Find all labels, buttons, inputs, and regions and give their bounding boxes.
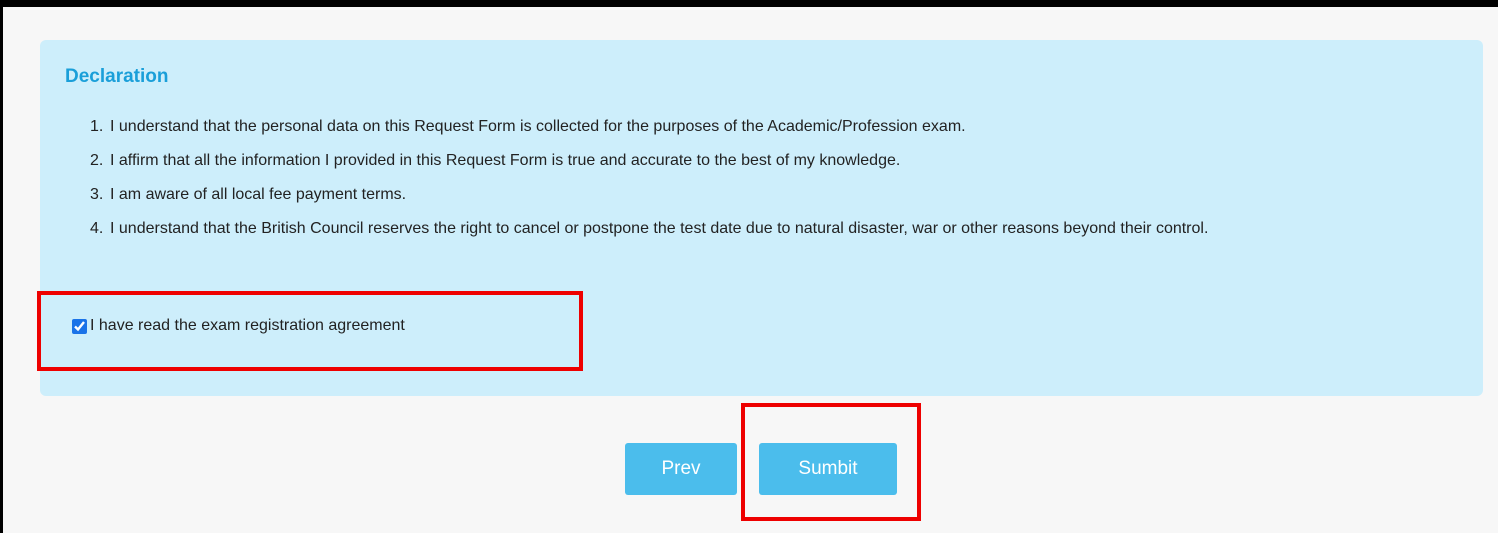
declaration-term: 1. I understand that the personal data o… (90, 110, 1430, 144)
term-text: I affirm that all the information I prov… (110, 152, 901, 169)
declaration-term: 4. I understand that the British Council… (90, 212, 1430, 246)
page-frame: Declaration 1. I understand that the per… (0, 0, 1498, 533)
declaration-terms-list: 1. I understand that the personal data o… (90, 110, 1430, 246)
declaration-panel: Declaration 1. I understand that the per… (40, 40, 1483, 396)
declaration-term: 2. I affirm that all the information I p… (90, 144, 1430, 178)
prev-button[interactable]: Prev (625, 443, 737, 495)
term-number: 1. (90, 118, 104, 135)
submit-button[interactable]: Sumbit (759, 443, 897, 495)
agreement-checkbox-row[interactable]: I have read the exam registration agreem… (72, 317, 405, 335)
term-text: I understand that the British Council re… (110, 220, 1209, 237)
term-number: 4. (90, 220, 104, 237)
agreement-label: I have read the exam registration agreem… (90, 317, 405, 334)
term-text: I am aware of all local fee payment term… (110, 186, 407, 203)
term-text: I understand that the personal data on t… (110, 118, 966, 135)
declaration-title: Declaration (65, 66, 169, 87)
term-number: 3. (90, 186, 104, 203)
agreement-checkbox[interactable] (72, 318, 87, 334)
term-number: 2. (90, 152, 104, 169)
declaration-term: 3. I am aware of all local fee payment t… (90, 178, 1430, 212)
